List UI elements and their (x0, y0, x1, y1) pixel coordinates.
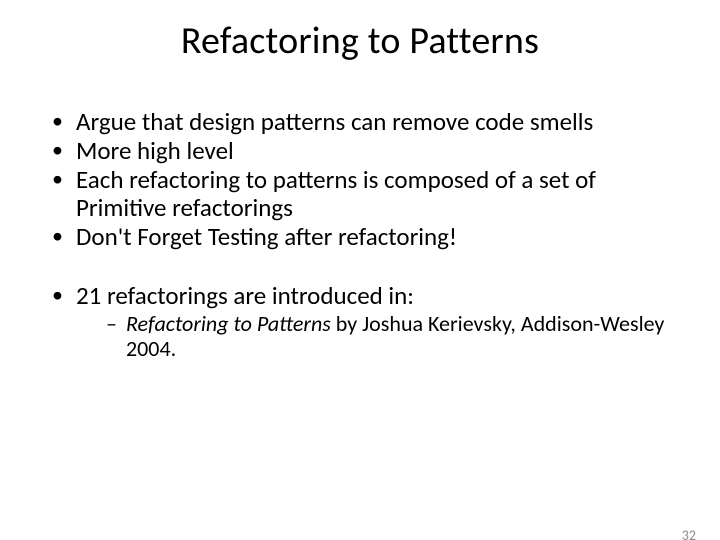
slide: Refactoring to Patterns Argue that desig… (0, 18, 720, 540)
bullet-list: 21 refactorings are introduced in: Refac… (52, 282, 680, 361)
bullet-text: Each refactoring to patterns is composed… (76, 164, 596, 223)
bullet-list: Argue that design patterns can remove co… (52, 108, 680, 251)
sub-bullet-list: Refactoring to Patterns by Joshua Keriev… (76, 312, 680, 361)
page-number: 32 (682, 527, 696, 540)
bullet-text: More high level (76, 135, 234, 166)
bullet-item: 21 refactorings are introduced in: Refac… (52, 282, 680, 361)
slide-content: Argue that design patterns can remove co… (0, 108, 720, 361)
bullet-text: Don't Forget Testing after refactoring! (76, 221, 457, 252)
sub-bullet-item: Refactoring to Patterns by Joshua Keriev… (106, 312, 680, 361)
slide-title: Refactoring to Patterns (0, 18, 720, 64)
bullet-item: Each refactoring to patterns is composed… (52, 166, 680, 222)
bullet-item: More high level (52, 137, 680, 165)
bullet-text: Argue that design patterns can remove co… (76, 106, 593, 137)
book-title: Refactoring to Patterns (126, 310, 331, 337)
spacer (52, 252, 680, 282)
bullet-item: Argue that design patterns can remove co… (52, 108, 680, 136)
bullet-text: 21 refactorings are introduced in: (76, 280, 414, 311)
bullet-item: Don't Forget Testing after refactoring! (52, 223, 680, 251)
